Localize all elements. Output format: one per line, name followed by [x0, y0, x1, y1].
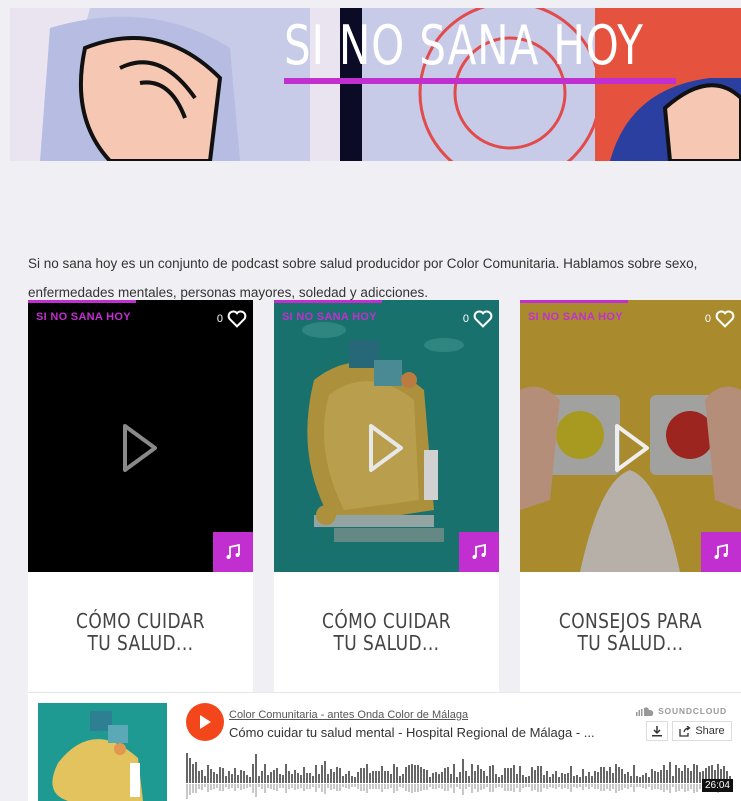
like-counter[interactable]: 0	[705, 310, 735, 328]
music-note-icon	[472, 544, 486, 559]
heart-icon[interactable]	[227, 310, 247, 328]
card-category[interactable]: SI NO SANA HOY	[282, 311, 377, 323]
heart-icon[interactable]	[473, 310, 493, 328]
like-count: 0	[216, 313, 223, 325]
play-button[interactable]	[186, 703, 224, 741]
audio-badge	[213, 532, 253, 572]
music-note-icon	[714, 544, 728, 559]
like-count: 0	[462, 313, 469, 325]
track-title[interactable]: Cómo cuidar tu salud mental - Hospital R…	[229, 725, 639, 740]
like-counter[interactable]: 0	[463, 310, 493, 328]
episode-card-1[interactable]: SI NO SANA HOY 0 CÓMO CUIDAR TU SALUD...	[28, 300, 253, 692]
download-icon	[652, 725, 662, 736]
play-icon[interactable]	[120, 422, 160, 474]
card-category[interactable]: SI NO SANA HOY	[528, 311, 623, 323]
play-icon	[200, 715, 211, 729]
page-title: SI NO SANA HOY	[284, 14, 644, 77]
episode-title[interactable]: CONSEJOS PARA TU SALUD...	[537, 610, 725, 654]
intro-text: Si no sana hoy es un conjunto de podcast…	[28, 256, 698, 300]
episode-thumbnail[interactable]: SI NO SANA HOY 0	[274, 300, 499, 572]
episode-title[interactable]: CÓMO CUIDAR TU SALUD...	[291, 610, 482, 654]
share-button[interactable]: Share	[672, 721, 732, 741]
like-counter[interactable]: 0	[217, 310, 247, 328]
artwork-image	[38, 703, 167, 801]
audio-badge	[701, 532, 741, 572]
soundcloud-player: Color Comunitaria - antes Onda Color de …	[28, 692, 741, 801]
soundcloud-icon	[636, 707, 654, 716]
track-artwork[interactable]	[38, 703, 167, 801]
play-icon[interactable]	[612, 422, 652, 474]
title-underline	[284, 78, 676, 84]
play-icon[interactable]	[366, 422, 406, 474]
card-accent-line	[274, 300, 382, 303]
music-note-icon	[226, 544, 240, 559]
download-button[interactable]	[646, 721, 668, 741]
card-accent-line	[28, 300, 136, 303]
soundcloud-logo[interactable]: SOUNDCLOUD	[636, 706, 727, 716]
like-count: 0	[704, 313, 711, 325]
track-duration: 26:04	[701, 779, 733, 792]
episode-card-2[interactable]: SI NO SANA HOY 0 CÓMO CUIDAR TU SALUD...	[274, 300, 499, 692]
audio-badge	[459, 532, 499, 572]
card-accent-line	[520, 300, 628, 303]
uploader-link[interactable]: Color Comunitaria - antes Onda Color de …	[229, 709, 468, 721]
heart-icon[interactable]	[715, 310, 735, 328]
episode-thumbnail[interactable]: SI NO SANA HOY 0	[28, 300, 253, 572]
waveform[interactable]	[186, 753, 732, 799]
episode-card-3[interactable]: SI NO SANA HOY 0 CONSEJOS PARA TU SALUD.…	[520, 300, 741, 692]
episode-title[interactable]: CÓMO CUIDAR TU SALUD...	[45, 610, 236, 654]
share-icon	[679, 725, 691, 737]
card-category[interactable]: SI NO SANA HOY	[36, 311, 131, 323]
hero-banner: SI NO SANA HOY	[10, 8, 741, 161]
episode-thumbnail[interactable]: SI NO SANA HOY 0	[520, 300, 741, 572]
